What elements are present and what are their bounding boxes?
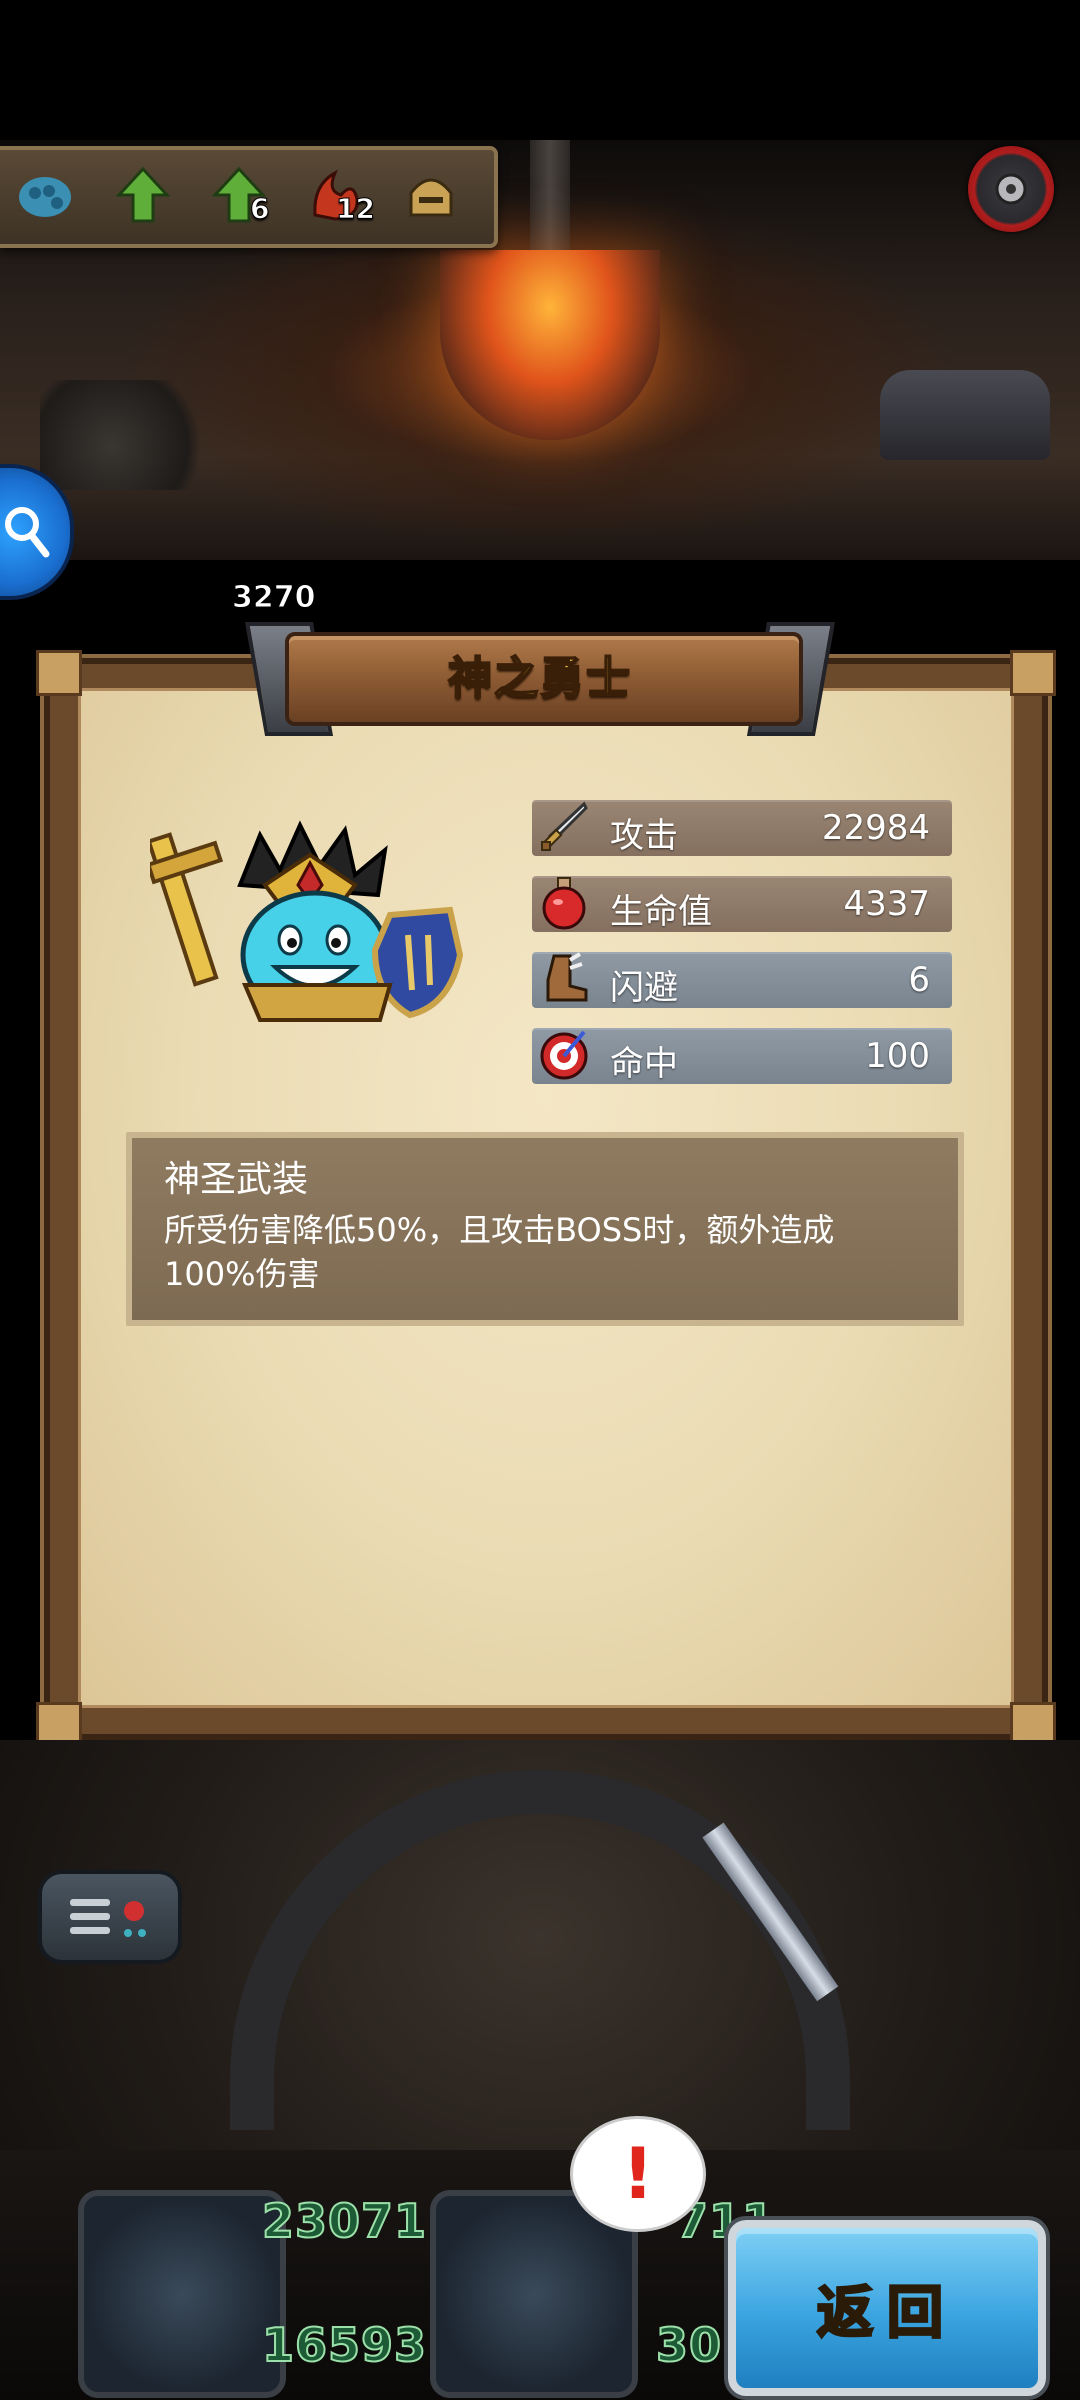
upgrade-count: 6 bbox=[249, 192, 270, 226]
stat-label-hit: 命中 bbox=[610, 1044, 678, 1084]
stat-value-attack: 22984 bbox=[821, 808, 930, 848]
potion-icon bbox=[532, 870, 596, 934]
stat-label-attack: 攻击 bbox=[610, 816, 678, 856]
stat-value-dodge: 6 bbox=[908, 960, 930, 1000]
settings-gear-button[interactable] bbox=[968, 146, 1054, 232]
stat-label-dodge: 闪避 bbox=[610, 968, 678, 1008]
stat-row-attack: 攻击 22984 bbox=[532, 800, 952, 856]
alert-icon: ! bbox=[622, 2133, 654, 2215]
panel-corner bbox=[36, 650, 82, 696]
stat-value-hit: 100 bbox=[865, 1036, 930, 1076]
hero-power-value-4: 30 bbox=[655, 2317, 723, 2373]
alert-bubble[interactable]: ! bbox=[570, 2116, 706, 2232]
panel-title-plank: 神之勇士 bbox=[244, 622, 836, 736]
target-icon bbox=[532, 1022, 596, 1086]
hero-power-value-2: 16593 bbox=[261, 2317, 428, 2373]
return-button-label: 返回 bbox=[816, 2279, 957, 2347]
coal-pile bbox=[40, 380, 220, 490]
anvil bbox=[880, 370, 1050, 460]
upgrade-arrow-icon[interactable] bbox=[108, 160, 178, 230]
panel-corner bbox=[1010, 650, 1056, 696]
power-score-chip: 3270 bbox=[220, 570, 440, 626]
skill-description: 所受伤害降低50%，且攻击BOSS时，额外造成100%伤害 bbox=[164, 1211, 835, 1293]
fire-claw-icon[interactable]: 12 bbox=[300, 160, 375, 230]
skill-name: 神圣武装 bbox=[164, 1159, 309, 1200]
stat-row-dodge: 闪避 6 bbox=[532, 952, 952, 1008]
dragon-scale-icon[interactable] bbox=[10, 160, 80, 230]
return-button[interactable]: 返回 bbox=[728, 2220, 1046, 2396]
hero-name-title: 神之勇士 bbox=[447, 652, 632, 705]
stat-row-hit: 命中 100 bbox=[532, 1028, 952, 1084]
sword-icon bbox=[532, 794, 596, 858]
search-icon bbox=[5, 507, 50, 558]
upgrade-arrow-icon-2[interactable]: 6 bbox=[204, 160, 274, 230]
stat-label-hp: 生命值 bbox=[610, 892, 712, 932]
gear-icon bbox=[995, 173, 1027, 205]
fire-claw-count: 12 bbox=[336, 192, 376, 226]
menu-list-icon bbox=[70, 1899, 146, 1937]
boot-icon bbox=[532, 946, 596, 1010]
skill-description-box: 神圣武装 所受伤害降低50%，且攻击BOSS时，额外造成100%伤害 bbox=[126, 1132, 964, 1326]
menu-button[interactable] bbox=[38, 1870, 182, 1964]
hero-portrait bbox=[145, 815, 470, 1035]
top-resource-bar: 6 12 bbox=[0, 146, 498, 248]
hero-power-value-1: 23071 bbox=[261, 2193, 428, 2249]
stat-row-hp: 生命值 4337 bbox=[532, 876, 952, 932]
power-score-value: 3270 bbox=[232, 580, 316, 616]
golden-helmet-icon[interactable] bbox=[396, 160, 466, 230]
hero-slot-compass[interactable] bbox=[78, 2190, 286, 2398]
stat-value-hp: 4337 bbox=[843, 884, 930, 924]
